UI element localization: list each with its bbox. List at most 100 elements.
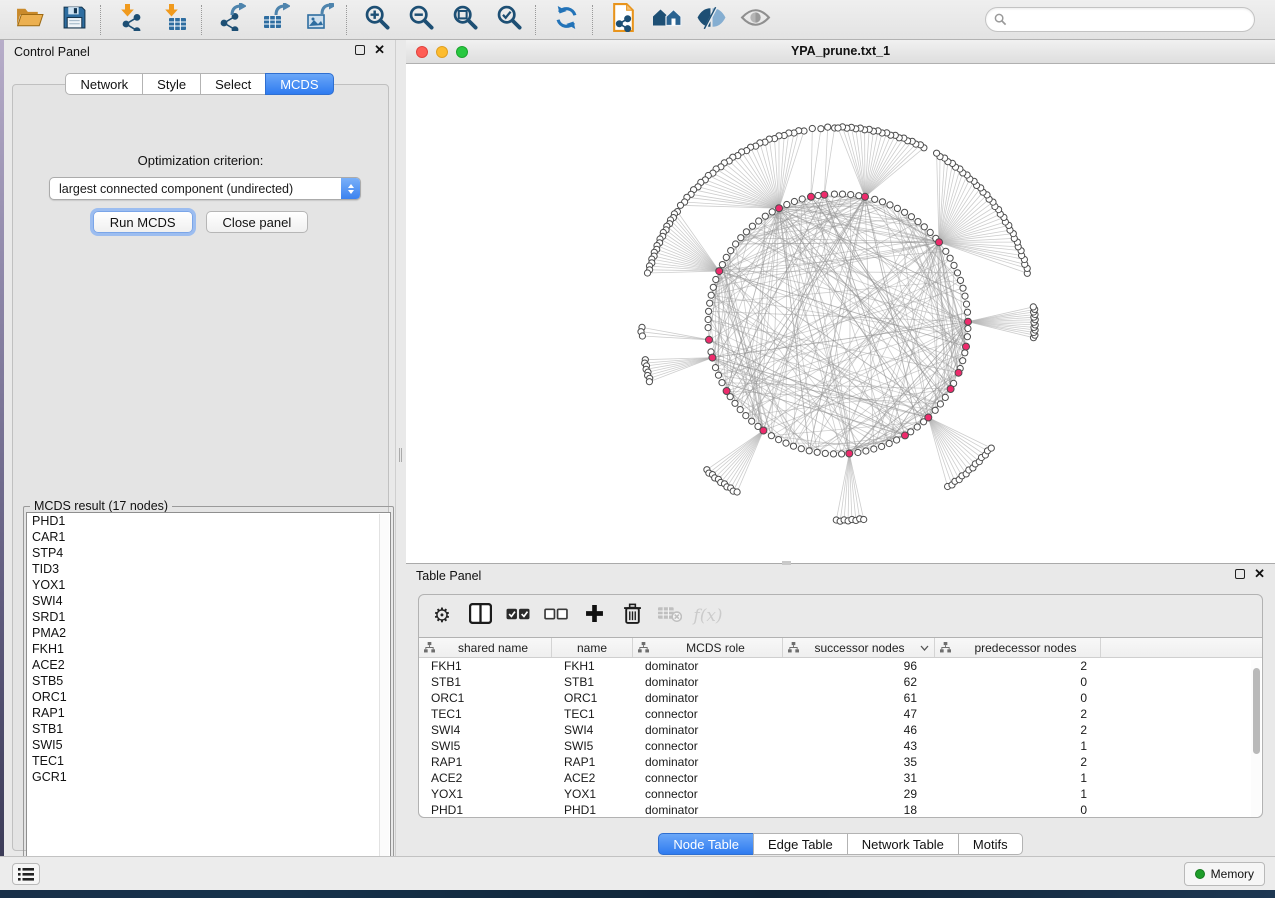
cell-name[interactable]: SWI5 (552, 738, 633, 754)
mcds-result-item[interactable]: RAP1 (27, 705, 390, 721)
cell-name[interactable]: PHD1 (552, 802, 633, 817)
zoom-out-button[interactable] (399, 2, 443, 38)
cell-shared-name[interactable]: STB1 (419, 674, 552, 690)
table-row[interactable]: FKH1FKH1dominator962 (419, 658, 1262, 674)
table-row[interactable]: TEC1TEC1connector472 (419, 706, 1262, 722)
cell-successor-nodes[interactable]: 62 (783, 674, 935, 690)
cell-shared-name[interactable]: SWI4 (419, 722, 552, 738)
close-panel-icon[interactable]: ✕ (374, 45, 385, 55)
cell-shared-name[interactable]: PHD1 (419, 802, 552, 817)
mcds-result-item[interactable]: TEC1 (27, 753, 390, 769)
add-button[interactable] (575, 599, 613, 633)
mcds-result-item[interactable]: PMA2 (27, 625, 390, 641)
mcds-result-item[interactable]: SRD1 (27, 609, 390, 625)
mcds-result-item[interactable]: SWI5 (27, 737, 390, 753)
graphics-details-button[interactable] (689, 2, 733, 38)
home-neighbors-button[interactable] (645, 2, 689, 38)
cell-MCDS-role[interactable]: connector (633, 706, 783, 722)
document-network-button[interactable] (601, 2, 645, 38)
close-panel-button[interactable]: Close panel (206, 211, 309, 233)
cell-successor-nodes[interactable]: 47 (783, 706, 935, 722)
cell-name[interactable]: ACE2 (552, 770, 633, 786)
criterion-dropdown[interactable]: largest connected component (undirected) (49, 177, 361, 200)
import-network-button[interactable] (109, 2, 153, 38)
import-table-button[interactable] (153, 2, 197, 38)
mcds-result-item[interactable]: GCR1 (27, 769, 390, 785)
cell-successor-nodes[interactable]: 18 (783, 802, 935, 817)
mcds-result-item[interactable]: CAR1 (27, 529, 390, 545)
cell-MCDS-role[interactable]: dominator (633, 690, 783, 706)
cell-shared-name[interactable]: RAP1 (419, 754, 552, 770)
tab-style[interactable]: Style (142, 73, 201, 95)
cell-shared-name[interactable]: YOX1 (419, 786, 552, 802)
cell-name[interactable]: SWI4 (552, 722, 633, 738)
column-header-predecessor-nodes[interactable]: predecessor nodes (935, 638, 1101, 657)
mcds-result-item[interactable]: STP4 (27, 545, 390, 561)
tab-motifs[interactable]: Motifs (958, 833, 1023, 855)
cell-shared-name[interactable]: ORC1 (419, 690, 552, 706)
mcds-result-item[interactable]: FKH1 (27, 641, 390, 657)
tab-edge-table[interactable]: Edge Table (753, 833, 848, 855)
cell-predecessor-nodes[interactable]: 1 (935, 738, 1101, 754)
cell-successor-nodes[interactable]: 46 (783, 722, 935, 738)
zoom-in-button[interactable] (355, 2, 399, 38)
table-row[interactable]: PHD1PHD1dominator180 (419, 802, 1262, 817)
cell-name[interactable]: FKH1 (552, 658, 633, 674)
cell-successor-nodes[interactable]: 61 (783, 690, 935, 706)
cell-name[interactable]: TEC1 (552, 706, 633, 722)
cell-shared-name[interactable]: FKH1 (419, 658, 552, 674)
horizontal-splitter-grip[interactable] (782, 561, 791, 565)
cell-MCDS-role[interactable]: dominator (633, 658, 783, 674)
table-scrollbar[interactable] (1251, 660, 1261, 817)
trash-button[interactable] (613, 599, 651, 633)
table-scrollbar-thumb[interactable] (1253, 668, 1260, 754)
cell-predecessor-nodes[interactable]: 0 (935, 802, 1101, 817)
cell-MCDS-role[interactable]: connector (633, 738, 783, 754)
mcds-result-item[interactable]: TID3 (27, 561, 390, 577)
table-row[interactable]: RAP1RAP1dominator352 (419, 754, 1262, 770)
select-all-button[interactable] (499, 599, 537, 633)
refresh-button[interactable] (544, 2, 588, 38)
table-row[interactable]: SWI4SWI4dominator462 (419, 722, 1262, 738)
cell-MCDS-role[interactable]: dominator (633, 802, 783, 817)
float-panel-icon[interactable] (355, 45, 365, 55)
cell-predecessor-nodes[interactable]: 0 (935, 690, 1101, 706)
columns-button[interactable] (461, 599, 499, 633)
zoom-selected-button[interactable] (487, 2, 531, 38)
memory-button[interactable]: Memory (1184, 862, 1265, 886)
table-row[interactable]: SWI5SWI5connector431 (419, 738, 1262, 754)
tab-network-table[interactable]: Network Table (847, 833, 959, 855)
cell-shared-name[interactable]: ACE2 (419, 770, 552, 786)
cell-successor-nodes[interactable]: 43 (783, 738, 935, 754)
table-row[interactable]: ACE2ACE2connector311 (419, 770, 1262, 786)
cell-successor-nodes[interactable]: 29 (783, 786, 935, 802)
cell-predecessor-nodes[interactable]: 2 (935, 754, 1101, 770)
cell-predecessor-nodes[interactable]: 2 (935, 722, 1101, 738)
tab-node-table[interactable]: Node Table (658, 833, 754, 855)
table-row[interactable]: ORC1ORC1dominator610 (419, 690, 1262, 706)
mcds-result-item[interactable]: STB1 (27, 721, 390, 737)
eye-hidden-button[interactable] (733, 2, 777, 38)
cell-predecessor-nodes[interactable]: 2 (935, 706, 1101, 722)
export-network-button[interactable] (210, 2, 254, 38)
cell-shared-name[interactable]: TEC1 (419, 706, 552, 722)
cell-name[interactable]: STB1 (552, 674, 633, 690)
export-table-button[interactable] (254, 2, 298, 38)
mcds-result-item[interactable]: ACE2 (27, 657, 390, 673)
cell-name[interactable]: ORC1 (552, 690, 633, 706)
network-window-titlebar[interactable]: YPA_prune.txt_1 (406, 40, 1275, 64)
mcds-result-item[interactable]: STB5 (27, 673, 390, 689)
cell-predecessor-nodes[interactable]: 1 (935, 786, 1101, 802)
save-button[interactable] (52, 2, 96, 38)
cell-MCDS-role[interactable]: dominator (633, 722, 783, 738)
cell-predecessor-nodes[interactable]: 0 (935, 674, 1101, 690)
search-input[interactable] (1007, 13, 1254, 27)
network-graph[interactable] (406, 64, 1275, 564)
cell-successor-nodes[interactable]: 31 (783, 770, 935, 786)
mcds-result-item[interactable]: YOX1 (27, 577, 390, 593)
cell-MCDS-role[interactable]: connector (633, 786, 783, 802)
cell-name[interactable]: RAP1 (552, 754, 633, 770)
column-header-name[interactable]: name (552, 638, 633, 657)
list-scrollbar[interactable] (379, 514, 389, 873)
open-button[interactable] (8, 2, 52, 38)
